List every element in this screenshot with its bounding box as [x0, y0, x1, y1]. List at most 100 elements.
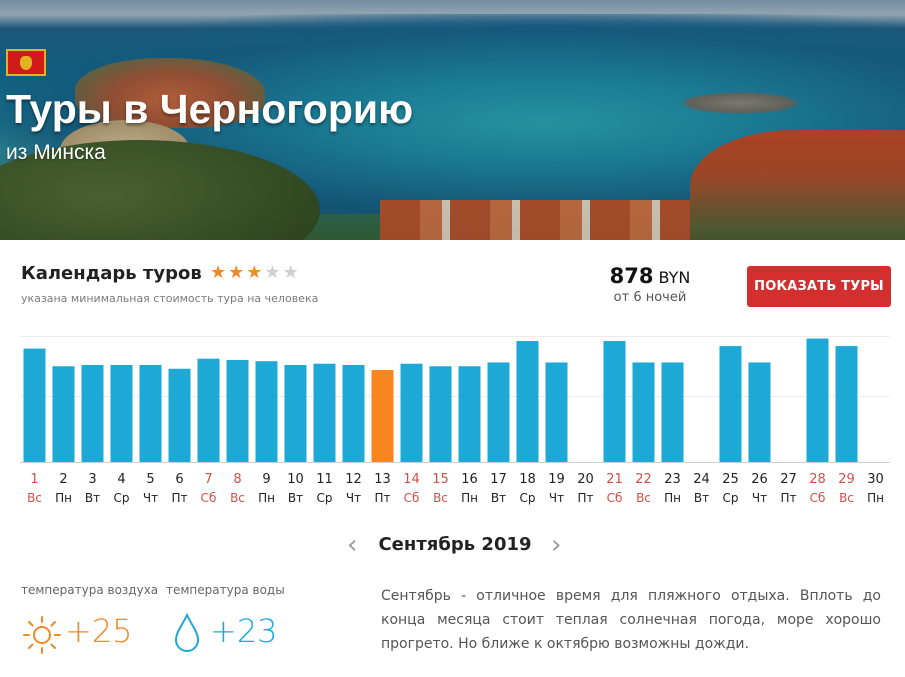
day-label[interactable]: 23 [664, 472, 681, 487]
chart-bar[interactable] [226, 359, 249, 462]
chart-bar[interactable] [835, 346, 858, 462]
chart-bar[interactable] [255, 361, 278, 462]
day-label[interactable]: 3 [88, 472, 96, 487]
sun-icon [23, 616, 61, 654]
chart-bar[interactable] [516, 341, 539, 462]
weekday-label: Вс [636, 491, 651, 505]
chart-svg: 1 Вс 2 Пн 3 Вт 4 Ср 5 Чт 6 Пт 7 Сб 8 Вс 9 Пн 10 Вт 11 Ср 12 Чт 1… [20, 336, 890, 505]
month-description: Сентябрь - отличное время для пляжного о… [381, 588, 881, 652]
weekday-label: Пн [55, 491, 72, 505]
weekday-label: Пт [374, 491, 390, 505]
day-label[interactable]: 19 [548, 472, 565, 487]
weekday-label: Пн [461, 491, 478, 505]
weekday-label: Чт [346, 491, 361, 505]
page-title: Туры в Черногорию [6, 86, 414, 132]
chart-bar[interactable] [545, 362, 568, 462]
price-amount: 878 [609, 264, 654, 288]
chart-bar[interactable] [371, 370, 394, 462]
day-label[interactable]: 27 [780, 472, 797, 487]
chart-bar[interactable] [110, 364, 133, 462]
weekday-label: Вс [433, 491, 448, 505]
day-label[interactable]: 26 [751, 472, 768, 487]
chart-bar[interactable] [400, 363, 423, 462]
day-label[interactable]: 2 [59, 472, 67, 487]
hero-banner: Туры в Черногорию из Минска [0, 0, 905, 240]
day-label[interactable]: 25 [722, 472, 739, 487]
chart-bar[interactable] [719, 346, 742, 462]
water-drop-icon [174, 612, 200, 652]
weekday-label: Пн [867, 491, 884, 505]
chevron-right-icon[interactable]: › [551, 532, 561, 558]
weekday-label: Пн [258, 491, 275, 505]
weekday-label: Чт [143, 491, 158, 505]
day-label[interactable]: 5 [146, 472, 154, 487]
chart-bar[interactable] [313, 363, 336, 462]
weekday-label: Вт [491, 491, 506, 505]
chart-bar[interactable] [168, 368, 191, 462]
day-label[interactable]: 17 [490, 472, 507, 487]
weekday-label: Пн [664, 491, 681, 505]
weekday-label: Вт [694, 491, 709, 505]
day-label[interactable]: 22 [635, 472, 652, 487]
star-icon: ★ [282, 262, 299, 283]
day-label[interactable]: 1 [30, 472, 38, 487]
chart-bar[interactable] [632, 362, 655, 462]
chart-bar[interactable] [603, 341, 626, 462]
chart-bar[interactable] [342, 364, 365, 462]
day-label[interactable]: 10 [287, 472, 304, 487]
day-label[interactable]: 12 [345, 472, 362, 487]
day-label[interactable]: 14 [403, 472, 420, 487]
day-label[interactable]: 29 [838, 472, 855, 487]
star-icon: ★ [246, 262, 263, 283]
chart-bar[interactable] [429, 366, 452, 462]
day-label[interactable]: 21 [606, 472, 623, 487]
weekday-label: Сб [810, 491, 826, 505]
star-icon: ★ [264, 262, 281, 283]
day-label[interactable]: 30 [867, 472, 884, 487]
weekday-label: Пт [171, 491, 187, 505]
day-label[interactable]: 15 [432, 472, 449, 487]
day-label[interactable]: 18 [519, 472, 536, 487]
chart-bar[interactable] [197, 358, 220, 462]
price-currency: BYN [658, 268, 691, 287]
weekday-label: Вт [288, 491, 303, 505]
chart-bar[interactable] [487, 362, 510, 462]
weekday-label: Вт [85, 491, 100, 505]
day-label[interactable]: 11 [316, 472, 333, 487]
chart-bar[interactable] [23, 348, 46, 462]
weekday-label: Чт [752, 491, 767, 505]
day-label[interactable]: 9 [262, 472, 270, 487]
star-icon: ★ [228, 262, 245, 283]
day-label[interactable]: 6 [175, 472, 183, 487]
day-label[interactable]: 4 [117, 472, 125, 487]
day-label[interactable]: 24 [693, 472, 710, 487]
month-label: Сентябрь 2019 [378, 534, 532, 555]
chart-bar[interactable] [52, 366, 75, 462]
min-price: 878 BYN от 6 ночей [560, 264, 740, 305]
chart-bar[interactable] [661, 362, 684, 462]
water-temp-value: +23 [210, 612, 278, 650]
chart-bar[interactable] [748, 362, 771, 462]
day-label[interactable]: 28 [809, 472, 826, 487]
chart-bar[interactable] [806, 338, 829, 462]
chart-bar[interactable] [284, 364, 307, 462]
day-label[interactable]: 7 [204, 472, 212, 487]
day-label[interactable]: 8 [233, 472, 241, 487]
day-label[interactable]: 20 [577, 472, 594, 487]
weekday-label: Ср [520, 491, 536, 505]
weekday-label: Сб [404, 491, 420, 505]
show-tours-button[interactable]: ПОКАЗАТЬ ТУРЫ [747, 266, 891, 307]
chart-bar[interactable] [81, 364, 104, 462]
weekday-label: Вс [27, 491, 42, 505]
day-label[interactable]: 13 [374, 472, 391, 487]
day-label[interactable]: 16 [461, 472, 478, 487]
weekday-label: Сб [607, 491, 623, 505]
chart-bar[interactable] [139, 364, 162, 462]
chevron-left-icon[interactable]: ‹ [347, 532, 357, 558]
water-temp-label: температура воды [166, 583, 285, 597]
weekday-label: Пт [577, 491, 593, 505]
weekday-label: Ср [114, 491, 130, 505]
tour-calendar-chart: 1 Вс 2 Пн 3 Вт 4 Ср 5 Чт 6 Пт 7 Сб 8 Вс 9 Пн 10 Вт 11 Ср 12 Чт 1… [20, 336, 890, 514]
weekday-label: Сб [201, 491, 217, 505]
chart-bar[interactable] [458, 366, 481, 462]
